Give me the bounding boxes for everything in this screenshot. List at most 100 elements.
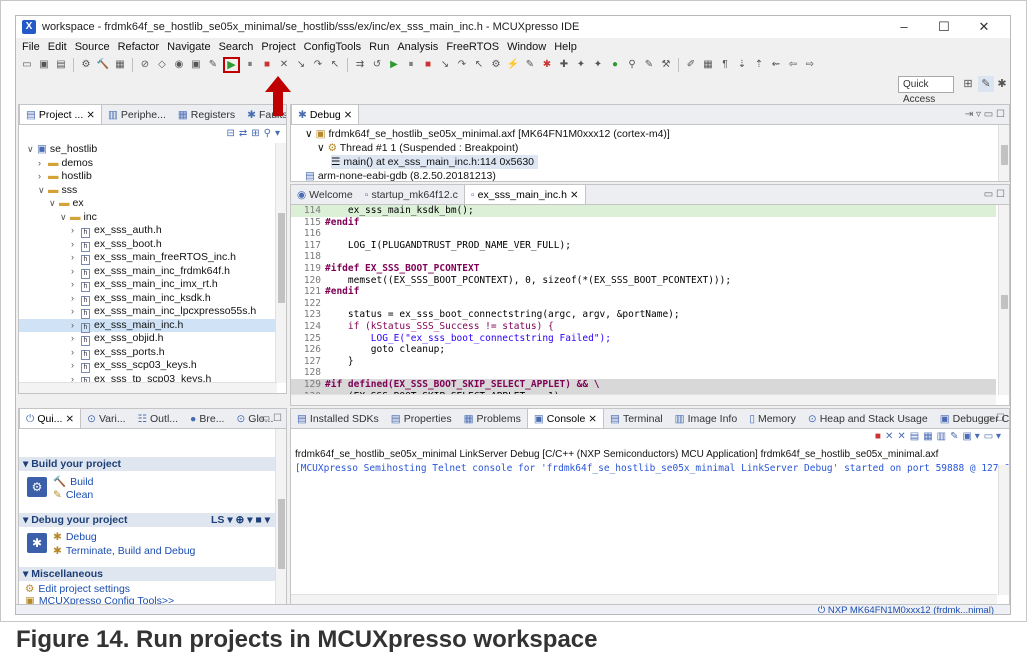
tree-item[interactable]: › ▬ hostlib bbox=[19, 170, 277, 184]
flash-icon[interactable]: ⚡ bbox=[506, 58, 520, 72]
back-icon[interactable]: ⇦ bbox=[786, 58, 800, 72]
collapse-icon[interactable]: › bbox=[71, 278, 81, 292]
menu-run[interactable]: Run bbox=[365, 41, 393, 53]
bug-icon[interactable]: ✱ bbox=[540, 58, 554, 72]
tab-console[interactable]: ▣ Console ⨯ bbox=[526, 409, 605, 428]
config-icon[interactable]: ✎ bbox=[523, 58, 537, 72]
menu-configtools[interactable]: ConfigTools bbox=[300, 41, 365, 53]
console-minmax-icon[interactable]: ▭ ☐ bbox=[984, 409, 1005, 428]
status-target[interactable]: ⏻ NXP MK64FN1M0xxx12 (frdmk...nimal) bbox=[818, 605, 994, 614]
code-line[interactable]: 123 status = ex_sss_boot_connectstring(a… bbox=[291, 309, 996, 321]
tab-peripherals[interactable]: ▥ Periphe... bbox=[102, 105, 172, 124]
pin-console-icon[interactable]: ✎ bbox=[950, 431, 958, 442]
minimize-button[interactable]: – bbox=[884, 18, 924, 36]
scrollbar-thumb[interactable] bbox=[278, 213, 285, 303]
build-link[interactable]: 🔨 Build bbox=[53, 475, 93, 488]
clocks-icon[interactable]: ✦ bbox=[591, 58, 605, 72]
debug-settings-icon[interactable]: ⚙ bbox=[79, 58, 93, 72]
scrollbar-thumb[interactable] bbox=[278, 499, 285, 569]
suspend-all-icon[interactable]: ⏸ bbox=[404, 58, 418, 72]
terminal-icon[interactable]: ▣ bbox=[189, 58, 203, 72]
tree-item[interactable]: › ▬ demos bbox=[19, 157, 277, 171]
code-line[interactable]: 118 bbox=[291, 251, 996, 263]
debug-link[interactable]: ✱ Debug bbox=[53, 531, 97, 543]
collapse-icon[interactable]: › bbox=[71, 319, 81, 333]
edit-project-settings-link[interactable]: ⚙ Edit project settings bbox=[25, 583, 130, 595]
code-line[interactable]: 115 #endif bbox=[291, 217, 996, 229]
terminate-icon[interactable]: ■ bbox=[875, 431, 881, 442]
linkserver-badge[interactable]: LS bbox=[211, 514, 224, 526]
debug-icon[interactable]: ◉ bbox=[172, 58, 186, 72]
tab-installed-sdks[interactable]: ▤ Installed SDKs bbox=[291, 409, 385, 428]
code-line[interactable]: 114 ex_sss_main_ksdk_bm(); bbox=[291, 205, 996, 217]
editor-hscrollbar[interactable] bbox=[291, 394, 996, 405]
remove-launch-icon[interactable]: ✕ bbox=[885, 431, 893, 442]
tree-item[interactable]: ∨ ▬ sss bbox=[19, 184, 277, 198]
code-line[interactable]: 120 memset((EX_SSS_BOOT_PCONTEXT), 0, si… bbox=[291, 275, 996, 287]
disconnect-icon[interactable]: ✕ bbox=[277, 58, 291, 72]
code-line[interactable]: 119 #ifdef EX_SSS_BOOT_PCONTEXT bbox=[291, 263, 996, 275]
step-into-icon[interactable]: ↘ bbox=[294, 58, 308, 72]
expand-icon[interactable]: ∨ bbox=[60, 211, 70, 225]
pemicro-badge[interactable]: ⊕ bbox=[236, 514, 245, 526]
remove-all-icon[interactable]: ✕ bbox=[897, 431, 905, 442]
print-icon[interactable]: ▦ bbox=[113, 58, 127, 72]
tab-variables[interactable]: ⊙ Vari... bbox=[81, 409, 131, 428]
tab-problems[interactable]: ▦ Problems bbox=[458, 409, 527, 428]
tree-item[interactable]: › h ex_sss_main_freeRTOS_inc.h bbox=[19, 251, 277, 265]
tools-icon[interactable]: ✎ bbox=[642, 58, 656, 72]
code-line[interactable]: 116 bbox=[291, 228, 996, 240]
tree-item[interactable]: › h ex_sss_main_inc_ksdk.h bbox=[19, 292, 277, 306]
tree-item[interactable]: ∨ ▬ inc bbox=[19, 211, 277, 225]
collapse-icon[interactable]: › bbox=[71, 265, 81, 279]
scrollbar-thumb[interactable] bbox=[1001, 295, 1008, 309]
code-area[interactable]: 114 ex_sss_main_ksdk_bm(); 115 #endif 116 11… bbox=[291, 205, 996, 405]
annotate-icon[interactable]: ✐ bbox=[684, 58, 698, 72]
view-menu-icon[interactable]: ▾ bbox=[275, 128, 280, 139]
build-icon[interactable]: 🔨 bbox=[96, 58, 110, 72]
tree-item[interactable]: › h ex_sss_objid.h bbox=[19, 332, 277, 346]
code-line[interactable]: 128 bbox=[291, 367, 996, 379]
menu-source[interactable]: Source bbox=[71, 41, 114, 53]
maximize-button[interactable]: ☐ bbox=[924, 18, 964, 36]
tree-item[interactable]: ∨ ▬ ex bbox=[19, 197, 277, 211]
step-into-2-icon[interactable]: ↘ bbox=[438, 58, 452, 72]
forward-icon[interactable]: ⇨ bbox=[803, 58, 817, 72]
expand-icon[interactable]: ∨ bbox=[38, 184, 48, 198]
menu-analysis[interactable]: Analysis bbox=[393, 41, 442, 53]
collapse-icon[interactable]: › bbox=[71, 332, 81, 346]
menu-search[interactable]: Search bbox=[215, 41, 258, 53]
tree-item[interactable]: › h ex_sss_main_inc_lpcxpresso55s.h bbox=[19, 305, 277, 319]
show-whitespace-icon[interactable]: ¶ bbox=[718, 58, 732, 72]
run-button[interactable]: ▶ bbox=[223, 57, 240, 73]
tree-item[interactable]: › h ex_sss_main_inc_imx_rt.h bbox=[19, 278, 277, 292]
editor-scrollbar[interactable] bbox=[998, 205, 1009, 395]
restart-icon[interactable]: ↺ bbox=[370, 58, 384, 72]
debug-view-toolbar[interactable]: ⇥ ▿ ▭ ☐ bbox=[965, 105, 1005, 124]
tree-item[interactable]: › h ex_sss_main_inc_frdmk64f.h bbox=[19, 265, 277, 279]
quick-access-field[interactable]: Quick Access bbox=[898, 76, 954, 105]
block-select-icon[interactable]: ▦ bbox=[701, 58, 715, 72]
tab-image-info[interactable]: ▥ Image Info bbox=[669, 409, 744, 428]
code-line[interactable]: 117 LOG_I(PLUGANDTRUST_PROD_NAME_VER_FUL… bbox=[291, 240, 996, 252]
console-scrollbar[interactable] bbox=[998, 465, 1009, 595]
pins-icon[interactable]: ✦ bbox=[574, 58, 588, 72]
project-tree-hscrollbar[interactable] bbox=[19, 382, 277, 393]
instruction-step-icon[interactable]: ⇉ bbox=[353, 58, 367, 72]
tree-item[interactable]: › h ex_sss_scp03_keys.h bbox=[19, 359, 277, 373]
tab-project-explorer[interactable]: ▤ Project ... ⨯ bbox=[19, 105, 102, 124]
tab-debug[interactable]: ✱ Debug ⨯ bbox=[291, 105, 360, 124]
menu-file[interactable]: File bbox=[18, 41, 44, 53]
terminate-all-icon[interactable]: ■ bbox=[421, 58, 435, 72]
segger-badge[interactable]: ■ bbox=[255, 514, 261, 526]
code-line[interactable]: 126 goto cleanup; bbox=[291, 344, 996, 356]
scrollbar-thumb[interactable] bbox=[1001, 145, 1008, 165]
tree-item[interactable]: › h ex_sss_ports.h bbox=[19, 346, 277, 360]
last-edit-icon[interactable]: ⇜ bbox=[769, 58, 783, 72]
collapse-icon[interactable]: › bbox=[71, 292, 81, 306]
skip-breakpoints-icon[interactable]: ⊘ bbox=[138, 58, 152, 72]
collapse-icon[interactable]: › bbox=[71, 238, 81, 252]
open-perspective-icon[interactable]: ⊞ bbox=[960, 76, 976, 92]
minimize-icon[interactable]: ▭ ☐ bbox=[261, 409, 282, 428]
debug-launch-row[interactable]: ∨ ▣ frdmk64f_se_hostlib_se05x_minimal.ax… bbox=[305, 127, 670, 141]
